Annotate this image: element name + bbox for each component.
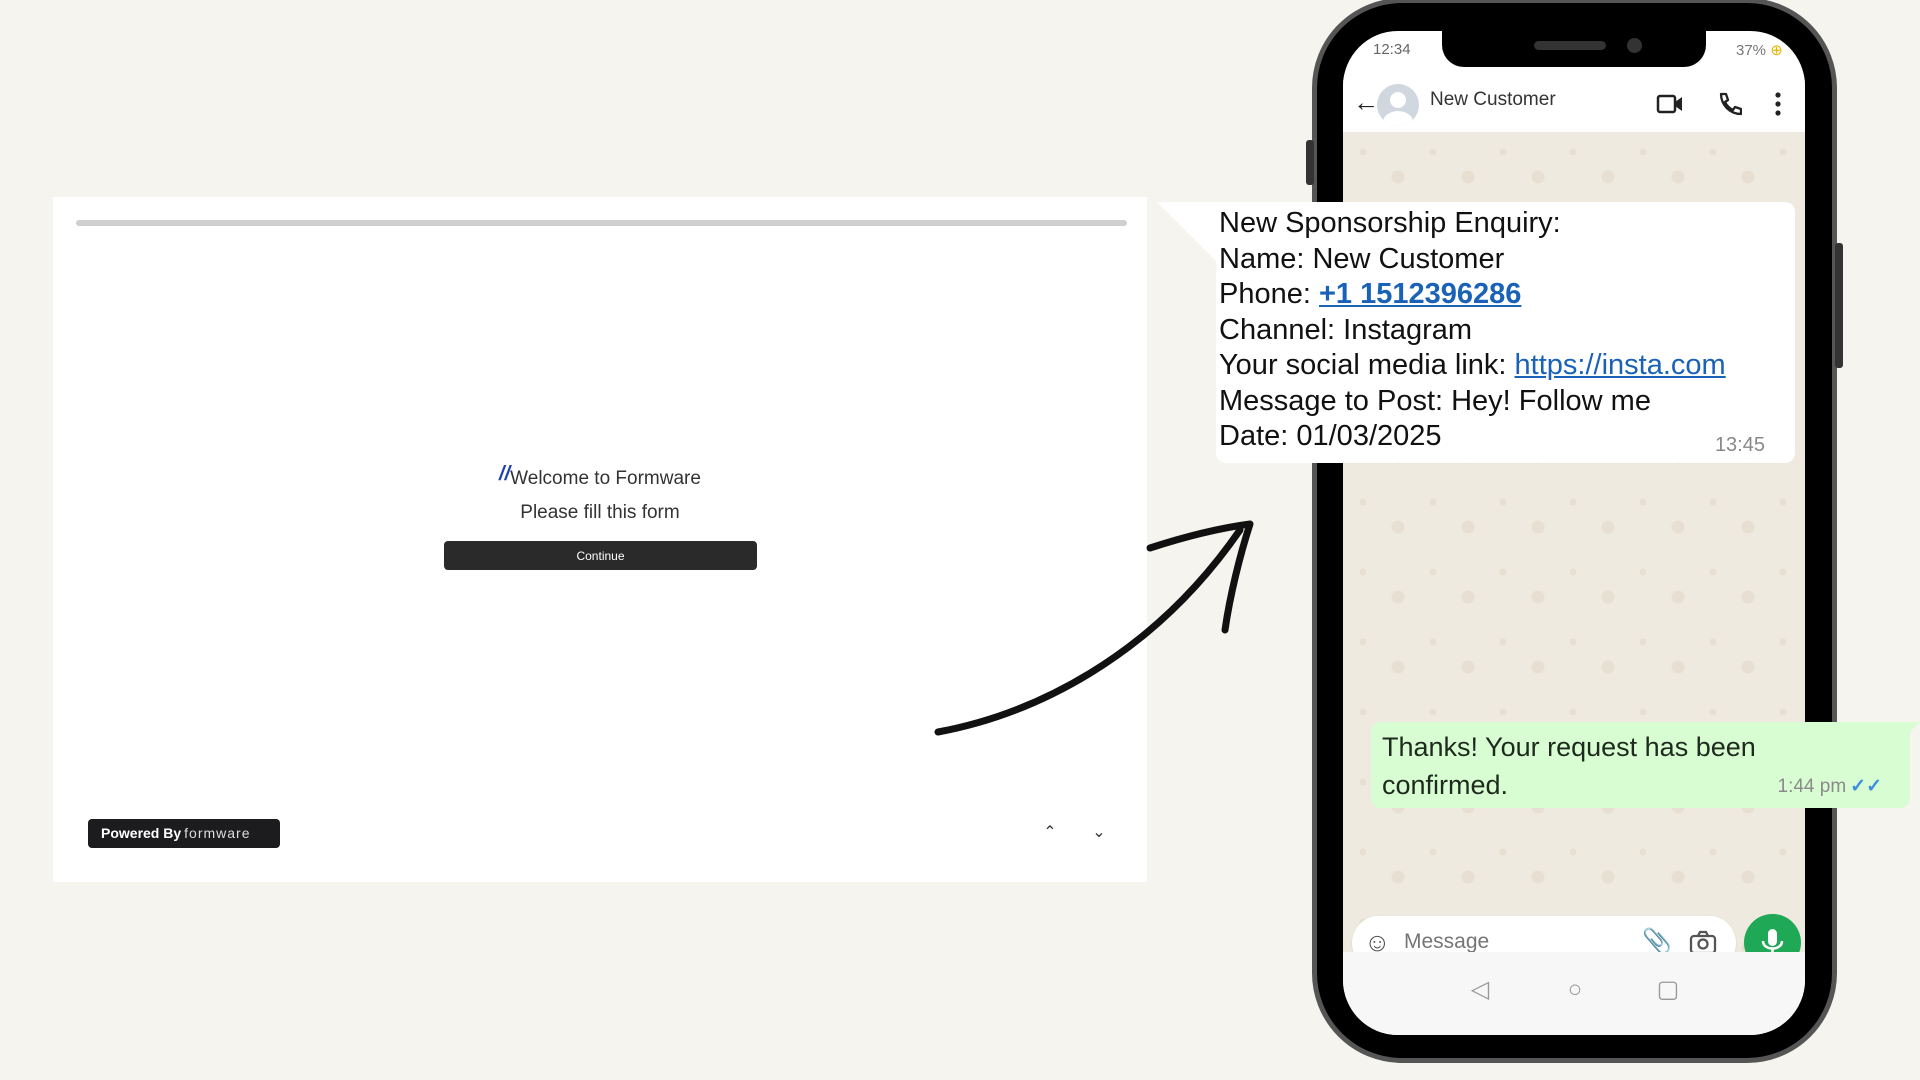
battery-status: 37% ⊕ [1736,41,1783,59]
message-time: 1:44 pm [1777,776,1847,797]
status-time: 12:34 [1373,41,1411,58]
message-line: Message to Post: Hey! Follow me [1219,384,1651,417]
phone-label: Phone: [1219,278,1319,310]
message-input[interactable] [1404,930,1624,954]
outgoing-message: Thanks! Your request has been confirmed.… [1371,722,1910,808]
message-line: Channel: Instagram [1219,313,1473,346]
quote-icon: // [499,463,511,485]
phone-side-button [1306,140,1314,185]
message-line: Your social media link: https://insta.co… [1219,348,1726,384]
message-time: 13:45 [1714,434,1765,456]
incoming-message: New Sponsorship Enquiry: Name: New Custo… [1216,202,1795,463]
read-receipt-icon: ✓✓ [1850,776,1882,797]
avatar[interactable] [1377,84,1419,126]
chevron-down-icon[interactable]: ⌄ [1087,821,1111,845]
android-nav-bar: ◁ ○ ▢ [1343,952,1805,1035]
progress-bar [76,220,1127,226]
chat-header: ← New Customer [1343,77,1805,132]
nav-back-icon[interactable]: ◁ [1465,975,1495,1005]
nav-recents-icon[interactable]: ▢ [1653,975,1683,1005]
chevron-up-icon[interactable]: ⌃ [1038,821,1062,845]
message-text: Thanks! Your request has been confirmed. [1382,732,1756,800]
message-line: Name: New Customer [1219,242,1505,275]
welcome-text: Welcome to Formware [510,468,701,489]
message-line: Date: 01/03/2025 [1219,420,1442,452]
phone-power-button [1835,243,1843,368]
powered-by-badge[interactable]: Powered By formware [88,819,280,848]
message-status: 1:44 pm ✓✓ [1778,775,1883,798]
brand-logo: formware [184,825,251,841]
contact-name[interactable]: New Customer [1430,89,1556,111]
phone-call-icon[interactable] [1716,91,1742,117]
battery-percent: 37% [1736,42,1767,59]
message-line: Phone: +1 1512396286 [1219,277,1726,313]
phone-number-link[interactable]: +1 1512396286 [1319,278,1521,310]
more-options-icon[interactable] [1772,91,1784,117]
message-line: New Sponsorship Enquiry: [1219,207,1561,239]
nav-home-icon[interactable]: ○ [1560,975,1590,1005]
battery-saver-icon: ⊕ [1770,42,1783,59]
phone-screen: 12:34 37% ⊕ ← New Customer ☺ 📎 ◁ ○ ▢ [1343,31,1805,1035]
video-call-icon[interactable] [1656,93,1684,115]
welcome-heading: //Welcome to Formware [53,463,1147,490]
powered-by-label: Powered By [101,825,182,841]
back-arrow-icon[interactable]: ← [1353,87,1379,118]
social-media-link[interactable]: https://insta.com [1515,349,1726,381]
social-label: Your social media link: [1219,349,1515,381]
phone-speaker [1534,41,1606,50]
front-camera [1627,38,1642,53]
arrow-icon [934,520,1254,736]
continue-button[interactable]: Continue [444,541,757,570]
